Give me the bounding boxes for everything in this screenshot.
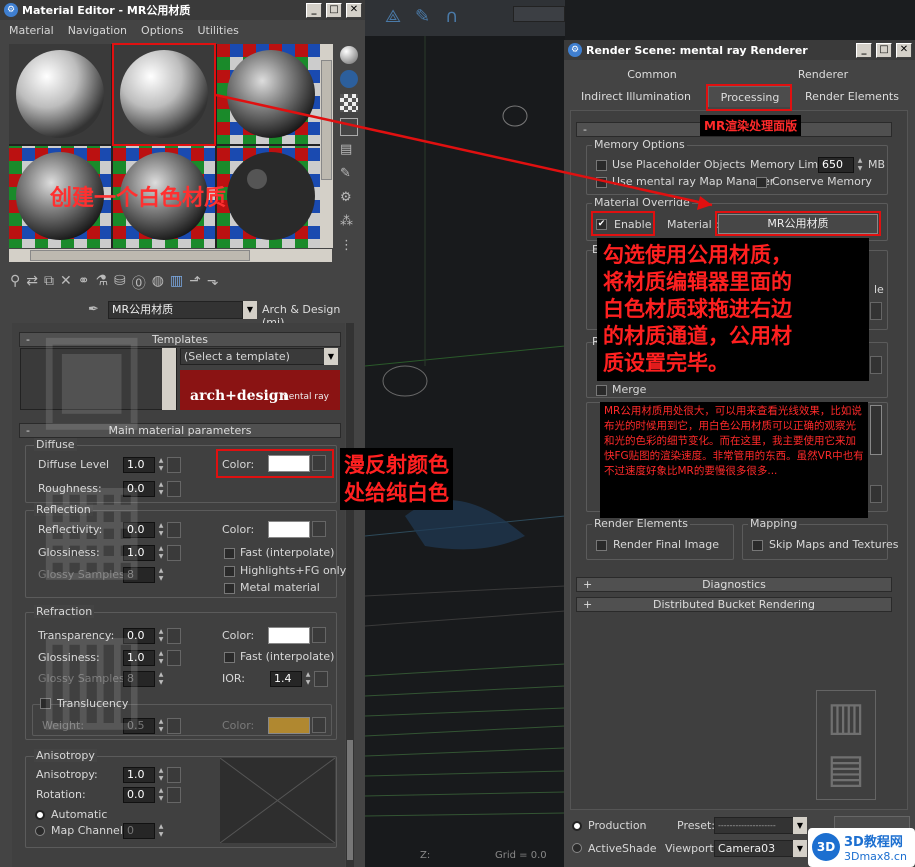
note-create-white: 创建一个白色材质	[50, 186, 227, 211]
note-explanation: MR公用材质用处很大，可以用来查看光线效果，比如说布光的时候用到它，用白色公用材…	[600, 402, 868, 518]
note-diffuse-line-2: 处给纯白色	[344, 481, 449, 505]
watermark-text: 3D教程网	[844, 835, 903, 850]
note-check-line-2: 将材质编辑器里面的	[603, 270, 792, 294]
note-check-line-5: 质设置完毕。	[603, 351, 729, 375]
note-processing-panel: MR渲染处理面版	[700, 115, 802, 136]
note-check-use: 勾选使用公用材质， 将材质编辑器里面的 白色材质球拖进右边 的材质通道，公用材 …	[597, 238, 869, 381]
note-check-line-1: 勾选使用公用材质，	[603, 243, 792, 267]
note-check-line-3: 白色材质球拖进右边	[603, 297, 792, 321]
watermark-corner: 3D 3D教程网 3Dmax8.cn	[808, 828, 915, 867]
note-diffuse-line-1: 漫反射颜色	[344, 453, 449, 477]
watermark-url: 3Dmax8.cn	[844, 850, 907, 863]
note-diffuse-white: 漫反射颜色 处给纯白色	[340, 448, 453, 510]
watermark-logo-icon: 3D	[812, 833, 840, 861]
note-check-line-4: 的材质通道，公用材	[603, 324, 792, 348]
